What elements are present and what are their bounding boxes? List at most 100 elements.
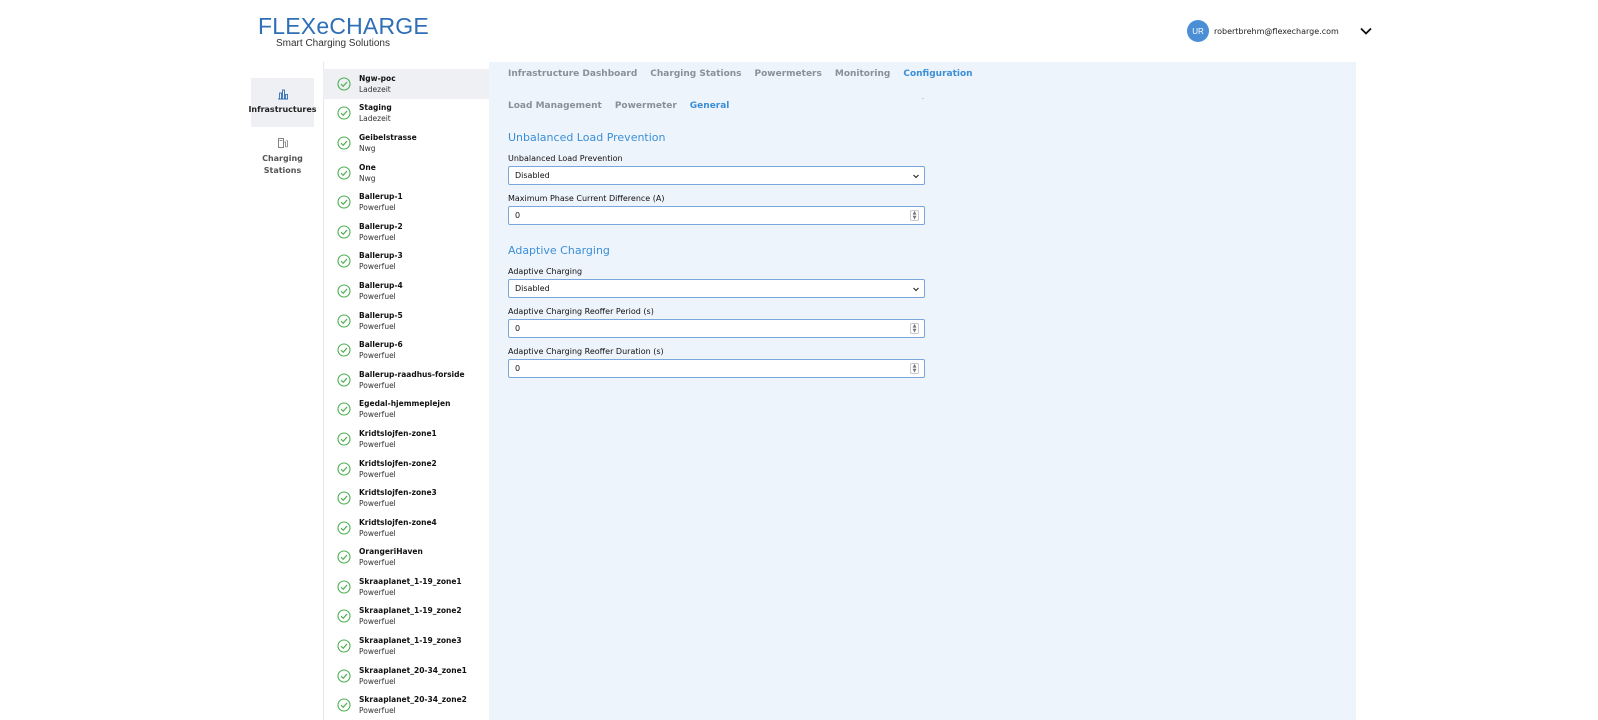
list-item-text: Ballerup-2 Powerfuel — [359, 221, 403, 243]
list-item-text: Skraaplanet_1-19_zone2 Powerfuel — [359, 605, 462, 627]
nav-item-charging-stations[interactable]: Charging Stations — [251, 127, 314, 185]
adaptive-select[interactable]: Disabled — [508, 279, 925, 298]
chevron-down-icon — [913, 287, 919, 292]
list-item[interactable]: Ballerup-6 Powerfuel — [323, 335, 489, 365]
tab-charging-stations[interactable]: Charging Stations — [650, 69, 741, 79]
infrastructure-name: Ballerup-4 — [359, 280, 403, 290]
check-circle-icon — [337, 698, 351, 712]
infrastructure-owner: Powerfuel — [359, 706, 396, 716]
list-item[interactable]: Skraaplanet_20-34_zone1 Powerfuel — [323, 661, 489, 691]
infrastructure-name: Geibelstrasse — [359, 132, 417, 142]
check-circle-icon — [337, 313, 351, 328]
list-item[interactable]: Skraaplanet_20-34_zone2 Powerfuel — [323, 690, 489, 720]
list-item[interactable]: Kridtslojfen-zone3 Powerfuel — [323, 483, 489, 513]
list-item[interactable]: Skraaplanet_1-19_zone3 Powerfuel — [323, 631, 489, 661]
infrastructure-name: Kridtslojfen-zone3 — [359, 488, 437, 498]
list-item[interactable]: Staging Ladezeit — [323, 99, 489, 129]
tab-powermeters[interactable]: Powermeters — [755, 69, 822, 79]
section-title-adaptive: Adaptive Charging — [508, 244, 610, 257]
list-item-text: OrangeriHaven Powerfuel — [359, 546, 423, 568]
tab-infrastructure-dashboard[interactable]: Infrastructure Dashboard — [508, 69, 637, 79]
check-circle-icon — [337, 225, 351, 239]
infrastructure-name: Skraaplanet_1-19_zone2 — [359, 606, 462, 616]
select-value: Disabled — [515, 284, 550, 293]
infrastructure-name: Ballerup-raadhus-forside — [359, 369, 465, 379]
check-circle-icon — [337, 254, 351, 268]
reoffer-duration-label: Adaptive Charging Reoffer Duration (s) — [508, 347, 664, 356]
subtab-load-management[interactable]: Load Management — [508, 101, 602, 111]
list-item[interactable]: Skraaplanet_1-19_zone2 Powerfuel — [323, 602, 489, 632]
check-circle-icon — [337, 580, 351, 594]
list-item-text: Skraaplanet_1-19_zone1 Powerfuel — [359, 576, 462, 598]
subtab-powermeter[interactable]: Powermeter — [615, 101, 677, 111]
tab-configuration[interactable]: Configuration — [903, 69, 972, 79]
chevron-down-icon[interactable] — [1359, 24, 1373, 38]
check-circle-icon — [337, 491, 351, 505]
check-circle-icon — [337, 343, 351, 357]
infrastructure-owner: Powerfuel — [359, 558, 396, 568]
list-item[interactable]: Ballerup-1 Powerfuel — [323, 187, 489, 217]
infrastructure-list: Ngw-poc Ladezeit Staging Ladezeit Geibelstra… — [323, 69, 489, 720]
list-item[interactable]: Skraaplanet_1-19_zone1 Powerfuel — [323, 572, 489, 602]
list-item[interactable]: Kridtslojfen-zone4 Powerfuel — [323, 513, 489, 543]
reoffer-duration-input[interactable]: 0 ▲ ▼ — [508, 359, 925, 378]
infrastructure-owner: Powerfuel — [359, 232, 396, 242]
check-circle-icon — [337, 639, 351, 653]
list-item-text: Egedal-hjemmeplejen Powerfuel — [359, 398, 450, 420]
input-value: 0 — [515, 364, 521, 373]
unbalanced-select[interactable]: Disabled — [508, 166, 925, 185]
check-circle-icon — [337, 432, 351, 446]
list-item[interactable]: Ballerup-2 Powerfuel — [323, 217, 489, 247]
list-item-text: Ballerup-1 Powerfuel — [359, 191, 403, 213]
infrastructure-owner: Powerfuel — [359, 469, 396, 479]
nav-item-infrastructures[interactable]: Infrastructures — [248, 78, 317, 127]
infrastructure-name: Ballerup-6 — [359, 340, 403, 350]
infrastructure-name: One — [359, 162, 376, 172]
list-item-text: Kridtslojfen-zone1 Powerfuel — [359, 428, 437, 450]
list-item[interactable]: OrangeriHaven Powerfuel — [323, 543, 489, 573]
number-spinner[interactable]: ▲ ▼ — [910, 323, 919, 334]
infrastructure-name: Ballerup-3 — [359, 251, 403, 261]
list-item[interactable]: Ballerup-3 Powerfuel — [323, 247, 489, 277]
list-item-text: Staging Ladezeit — [359, 102, 392, 124]
input-value: 0 — [515, 324, 521, 333]
list-item[interactable]: Ballerup-5 Powerfuel — [323, 306, 489, 336]
list-item[interactable]: Egedal-hjemmeplejen Powerfuel — [323, 395, 489, 425]
number-spinner[interactable]: ▲ ▼ — [910, 210, 919, 221]
list-item-text: Ballerup-raadhus-forside Powerfuel — [359, 369, 465, 391]
subtab-general[interactable]: General — [690, 101, 730, 111]
list-item[interactable]: One Nwg — [323, 158, 489, 188]
list-item-text: Ballerup-3 Powerfuel — [359, 250, 403, 272]
infrastructure-owner: Powerfuel — [359, 380, 396, 390]
infrastructure-name: Ballerup-1 — [359, 192, 403, 202]
user-menu[interactable]: UR robertbrehm@flexecharge.com — [1187, 20, 1373, 42]
list-item[interactable]: Ballerup-4 Powerfuel — [323, 276, 489, 306]
check-circle-icon — [337, 373, 351, 387]
phase-diff-input[interactable]: 0 ▲ ▼ — [508, 206, 925, 225]
check-circle-icon — [337, 609, 351, 624]
chevron-down-icon — [913, 174, 919, 179]
infrastructure-name: Skraaplanet_1-19_zone3 — [359, 636, 462, 646]
list-item[interactable]: Kridtslojfen-zone2 Powerfuel — [323, 454, 489, 484]
tab-bar: Infrastructure Dashboard Charging Statio… — [508, 69, 986, 79]
unbalanced-select-label: Unbalanced Load Prevention — [508, 154, 623, 163]
infrastructure-owner: Powerfuel — [359, 499, 396, 509]
reoffer-period-input[interactable]: 0 ▲ ▼ — [508, 319, 925, 338]
number-spinner[interactable]: ▲ ▼ — [910, 363, 919, 374]
list-item-text: Skraaplanet_20-34_zone1 Powerfuel — [359, 665, 467, 687]
tab-monitoring[interactable]: Monitoring — [835, 69, 891, 79]
section-title-unbalanced: Unbalanced Load Prevention — [508, 131, 666, 144]
infrastructure-name: Skraaplanet_20-34_zone2 — [359, 695, 467, 705]
list-item[interactable]: Kridtslojfen-zone1 Powerfuel — [323, 424, 489, 454]
infrastructure-owner: Powerfuel — [359, 203, 396, 213]
list-item[interactable]: Geibelstrasse Nwg — [323, 128, 489, 158]
infrastructure-name: Kridtslojfen-zone1 — [359, 428, 437, 438]
infrastructure-owner: Powerfuel — [359, 321, 396, 331]
side-nav: Infrastructures Charging Stations — [248, 78, 317, 185]
list-item[interactable]: Ngw-poc Ladezeit — [323, 69, 489, 99]
logo[interactable]: FLEXeCHARGE Smart Charging Solutions — [258, 14, 429, 50]
list-item-text: Kridtslojfen-zone4 Powerfuel — [359, 517, 437, 539]
infrastructure-name: Skraaplanet_1-19_zone1 — [359, 576, 462, 586]
check-circle-icon — [337, 136, 351, 150]
list-item[interactable]: Ballerup-raadhus-forside Powerfuel — [323, 365, 489, 395]
